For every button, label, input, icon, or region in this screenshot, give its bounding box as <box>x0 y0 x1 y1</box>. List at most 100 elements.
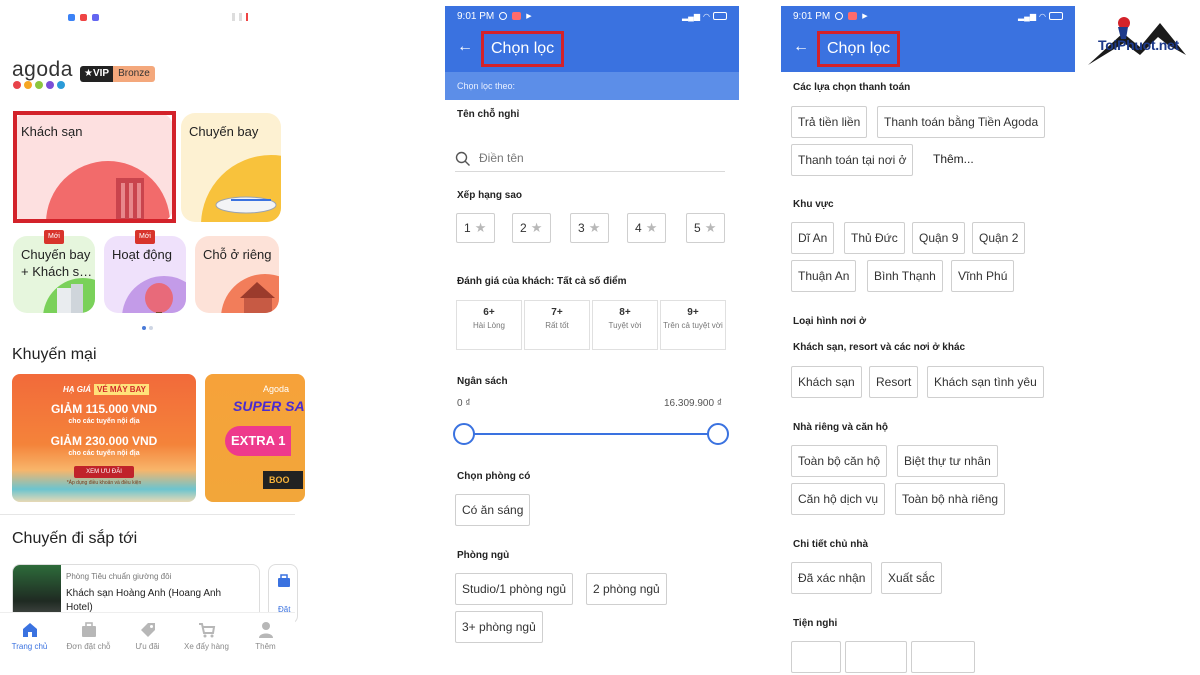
chip-studio-1-bedroom[interactable]: Studio/1 phòng ngủ <box>455 573 574 605</box>
amenity-chip-partial[interactable] <box>791 641 841 673</box>
budget-max: 16.309.900 ₫ <box>664 398 722 409</box>
amenities-label: Tiện nghi <box>793 618 838 629</box>
agoda-logo: agoda <box>12 58 73 81</box>
chip-type-private-villa[interactable]: Biệt thự tư nhân <box>897 445 998 477</box>
status-bar: 9:01 PM ▶ ▂▄▆ ◠ <box>781 6 1075 26</box>
chip-type-entire-apartment[interactable]: Toàn bộ căn hộ <box>791 445 888 477</box>
area-label: Khu vực <box>793 199 834 210</box>
budget-slider-min-handle[interactable] <box>453 423 475 445</box>
nav-home[interactable]: Trang chủ <box>0 613 59 675</box>
property-name-input[interactable]: Điền tên <box>479 151 719 165</box>
promotions-title: Khuyến mại <box>12 346 97 363</box>
chip-area-quan-2[interactable]: Quận 2 <box>972 222 1026 254</box>
score-filter-6[interactable]: 6+ Hài Lòng <box>456 300 522 350</box>
score-filter-9[interactable]: 9+ Trên cả tuyệt vời <box>660 300 726 350</box>
homes-apartments-label: Nhà riêng và căn hộ <box>793 422 889 433</box>
person-icon <box>258 622 273 638</box>
chip-pay-agoda-cash[interactable]: Thanh toán bằng Tiền Agoda <box>877 106 1046 138</box>
filter-screen-b: 9:01 PM ▶ ▂▄▆ ◠ ← Chọn lọc Các lựa chọn t… <box>781 6 1075 675</box>
amenity-chip-partial[interactable] <box>911 641 975 673</box>
nav-more[interactable]: Thêm <box>236 613 295 675</box>
vip-badge[interactable]: ★VIP Bronze <box>80 66 155 82</box>
star-filter-5[interactable]: 5 ★ <box>686 213 725 243</box>
chip-area-quan-9[interactable]: Quận 9 <box>912 222 966 254</box>
site-watermark-logo: ToiPhuot.net <box>1088 15 1188 75</box>
promo-banner-flight[interactable]: HẠ GIÁ VÉ MÁY BAY GIẢM 115.000 VND cho c… <box>12 374 196 502</box>
budget-slider-max-handle[interactable] <box>707 423 729 445</box>
star-icon: ★ <box>704 220 717 235</box>
cart-icon <box>198 623 215 638</box>
more-payments-link[interactable]: Thêm... <box>933 152 974 166</box>
budget-slider-track[interactable] <box>464 433 718 435</box>
status-notification-icons <box>68 14 99 21</box>
bedrooms-label: Phòng ngủ <box>457 550 510 561</box>
play-icon: ▶ <box>526 13 532 20</box>
filter-screen-a: 9:01 PM ▶ ▂▄▆ ◠ ← Chọn lọc Chọn lọc theo:… <box>445 6 739 675</box>
app-bar: ← Chọn lọc <box>781 26 1075 72</box>
score-filter-7[interactable]: 7+ Rất tốt <box>524 300 590 350</box>
new-badge: Mới <box>44 230 64 244</box>
chip-area-di-an[interactable]: Dĩ An <box>791 222 835 254</box>
host-details-label: Chi tiết chủ nhà <box>793 539 868 550</box>
property-name-label: Tên chỗ nghỉ <box>457 109 520 120</box>
star-icon: ★ <box>474 220 487 235</box>
room-features-label: Chọn phòng có <box>457 471 531 482</box>
amenity-chip-partial[interactable] <box>845 641 907 673</box>
guest-rating-label: Đánh giá của khách: Tất cả số điểm <box>457 276 627 287</box>
hotels-resorts-label: Khách sạn, resort và các nơi ở khác <box>793 342 966 353</box>
star-icon: ★ <box>588 220 601 235</box>
tile-private-stays[interactable]: Chỗ ở riêng <box>195 236 279 313</box>
tag-icon <box>140 623 155 637</box>
budget-min: 0 ₫ <box>457 398 471 409</box>
tile-flights[interactable]: Chuyến bay <box>181 113 281 222</box>
promo-banner-super-sale[interactable]: Agoda SUPER SA EXTRA 1 BOO <box>205 374 305 502</box>
chip-area-thu-duc[interactable]: Thủ Đức <box>844 222 905 254</box>
alarm-icon <box>499 12 508 20</box>
chip-type-serviced-apartment[interactable]: Căn hộ dịch vụ <box>791 483 886 515</box>
highlight-box-hotels <box>13 111 176 223</box>
star-icon: ★ <box>530 220 543 235</box>
promo-cta-button[interactable]: XEM ƯU ĐÃI <box>74 466 134 478</box>
chip-breakfast[interactable]: Có ăn sáng <box>455 494 531 526</box>
chip-pay-now[interactable]: Trả tiền liền <box>791 106 868 138</box>
promo-tag: HẠ GIÁ VÉ MÁY BAY <box>60 384 149 395</box>
agoda-logo-dots <box>13 81 65 89</box>
chip-pay-at-property[interactable]: Thanh toán tại nơi ở <box>791 144 914 176</box>
chip-type-hotel[interactable]: Khách sạn <box>791 366 862 398</box>
signal-icons: ▂▄▆ ◠ <box>1018 12 1063 21</box>
payment-options-label: Các lựa chọn thanh toán <box>793 82 911 93</box>
chip-area-thuan-an[interactable]: Thuận An <box>791 260 857 292</box>
chip-type-love-hotel[interactable]: Khách sạn tình yêu <box>927 366 1044 398</box>
tile-flight-hotel[interactable]: Chuyến bay + Khách s… <box>13 236 95 313</box>
score-filter-8[interactable]: 8+ Tuyệt vời <box>592 300 658 350</box>
filter-by-bar: Chọn lọc theo: <box>445 72 739 100</box>
chip-area-vinh-phu[interactable]: Vĩnh Phú <box>951 260 1015 292</box>
chip-type-entire-house[interactable]: Toàn bộ nhà riêng <box>895 483 1006 515</box>
briefcase-icon <box>81 622 96 637</box>
screen-title: Chọn lọc <box>817 31 901 67</box>
status-bar: 9:01 PM ▶ ▂▄▆ ◠ <box>445 6 739 26</box>
star-filter-2[interactable]: 2 ★ <box>512 213 551 243</box>
nav-cart[interactable]: Xe đẩy hàng <box>177 613 236 675</box>
chip-3plus-bedrooms[interactable]: 3+ phòng ngủ <box>455 611 543 643</box>
star-filter-3[interactable]: 3 ★ <box>570 213 609 243</box>
chip-host-excellent[interactable]: Xuất sắc <box>881 562 942 594</box>
new-badge: Mới <box>135 230 155 244</box>
chip-2-bedrooms[interactable]: 2 phòng ngủ <box>586 573 667 605</box>
tile-activities[interactable]: Hoạt động <box>104 236 186 313</box>
home-icon <box>22 623 37 637</box>
upcoming-trips-title: Chuyến đi sắp tới <box>12 530 138 547</box>
star-filter-1[interactable]: 1 ★ <box>456 213 495 243</box>
nav-deals[interactable]: Ưu đãi <box>118 613 177 675</box>
nav-bookings[interactable]: Đơn đặt chỗ <box>59 613 118 675</box>
back-arrow-icon[interactable]: ← <box>793 38 809 56</box>
back-arrow-icon[interactable]: ← <box>457 38 473 56</box>
signal-icons: ▂▄▆ ◠ <box>682 12 727 21</box>
search-icon <box>455 151 470 166</box>
chip-host-verified[interactable]: Đã xác nhận <box>791 562 873 594</box>
star-rating-label: Xếp hạng sao <box>457 190 523 201</box>
screen-title: Chọn lọc <box>481 31 565 67</box>
chip-area-binh-thanh[interactable]: Bình Thạnh <box>867 260 943 292</box>
chip-type-resort[interactable]: Resort <box>869 366 919 398</box>
star-filter-4[interactable]: 4 ★ <box>627 213 666 243</box>
